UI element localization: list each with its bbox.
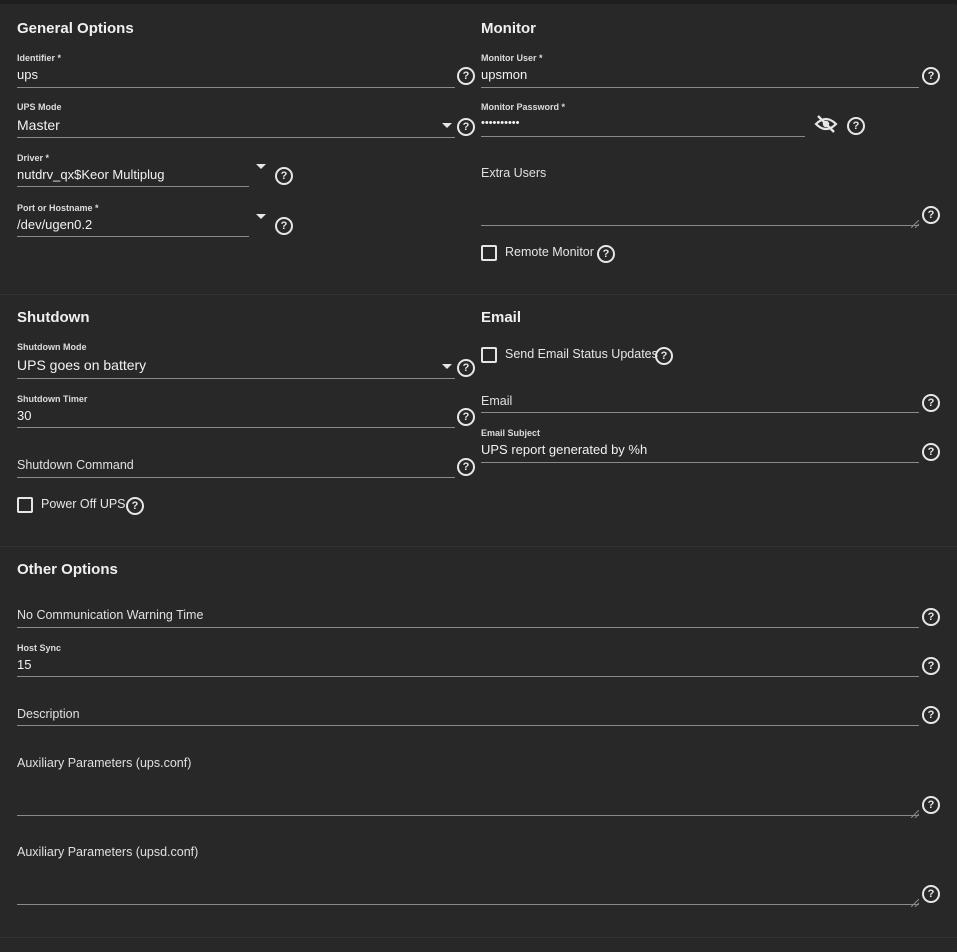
caret-down-icon[interactable] <box>256 164 266 169</box>
help-circle-icon[interactable]: ? <box>655 347 673 365</box>
resize-handle-icon[interactable] <box>910 805 920 819</box>
caret-down-icon[interactable] <box>256 214 266 219</box>
general-options-title: General Options <box>17 20 134 37</box>
monitor-password-underline <box>481 136 805 137</box>
shutdown-mode-underline <box>17 378 455 379</box>
email-subject-input[interactable]: UPS report generated by %h <box>481 442 919 462</box>
host-sync-input[interactable]: 15 <box>17 657 919 677</box>
section-divider <box>0 546 957 547</box>
monitor-title: Monitor <box>481 20 536 37</box>
shutdown-mode-select[interactable]: UPS goes on battery <box>17 357 455 377</box>
identifier-underline <box>17 87 455 88</box>
email-subject-label: Email Subject <box>481 428 541 438</box>
help-circle-icon[interactable]: ? <box>922 796 940 814</box>
port-underline <box>17 236 249 237</box>
description-underline <box>17 725 919 726</box>
resize-handle-icon[interactable] <box>910 215 920 229</box>
shutdown-mode-label: Shutdown Mode <box>17 342 87 352</box>
description-input[interactable]: Description <box>17 707 80 721</box>
no-comm-warning-underline <box>17 627 919 628</box>
remote-monitor-label: Remote Monitor <box>505 245 594 259</box>
extra-users-label: Extra Users <box>481 166 547 180</box>
send-email-label: Send Email Status Updates <box>505 347 658 361</box>
other-options-title: Other Options <box>17 561 118 578</box>
ups-mode-underline <box>17 137 455 138</box>
shutdown-timer-input[interactable]: 30 <box>17 408 455 428</box>
help-circle-icon[interactable]: ? <box>922 67 940 85</box>
caret-down-icon[interactable] <box>442 123 452 128</box>
aux-upsd-conf-label: Auxiliary Parameters (upsd.conf) <box>17 845 199 859</box>
eye-off-icon[interactable] <box>814 114 838 134</box>
driver-select[interactable]: nutdrv_qx$Keor Multiplug <box>17 167 249 187</box>
help-circle-icon[interactable]: ? <box>922 657 940 675</box>
help-circle-icon[interactable]: ? <box>457 359 475 377</box>
port-select[interactable]: /dev/ugen0.2 <box>17 217 249 237</box>
help-circle-icon[interactable]: ? <box>922 706 940 724</box>
shutdown-timer-label: Shutdown Timer <box>17 394 88 404</box>
power-off-ups-label: Power Off UPS <box>41 497 126 511</box>
monitor-password-input[interactable]: •••••••••• <box>481 117 805 137</box>
port-label: Port or Hostname * <box>17 203 99 213</box>
help-circle-icon[interactable]: ? <box>922 443 940 461</box>
help-circle-icon[interactable]: ? <box>847 117 865 135</box>
monitor-password-label: Monitor Password * <box>481 102 566 112</box>
help-circle-icon[interactable]: ? <box>922 206 940 224</box>
host-sync-label: Host Sync <box>17 643 62 653</box>
no-comm-warning-input[interactable]: No Communication Warning Time <box>17 608 203 622</box>
shutdown-command-input[interactable]: Shutdown Command <box>17 458 134 472</box>
identifier-input[interactable]: ups <box>17 67 455 87</box>
extra-users-underline <box>481 225 919 226</box>
shutdown-timer-underline <box>17 427 455 428</box>
help-circle-icon[interactable]: ? <box>126 497 144 515</box>
section-divider <box>0 294 957 295</box>
monitor-user-label: Monitor User * <box>481 53 543 63</box>
aux-ups-conf-label: Auxiliary Parameters (ups.conf) <box>17 756 192 770</box>
section-divider <box>0 937 957 938</box>
email-subject-underline <box>481 462 919 463</box>
help-circle-icon[interactable]: ? <box>457 118 475 136</box>
shutdown-command-underline <box>17 477 455 478</box>
ups-mode-label: UPS Mode <box>17 102 62 112</box>
aux-upsd-conf-underline <box>17 904 919 905</box>
resize-handle-icon[interactable] <box>910 894 920 908</box>
help-circle-icon[interactable]: ? <box>922 608 940 626</box>
driver-label: Driver * <box>17 153 50 163</box>
help-circle-icon[interactable]: ? <box>457 458 475 476</box>
help-circle-icon[interactable]: ? <box>922 885 940 903</box>
identifier-label: Identifier * <box>17 53 62 63</box>
extra-users-textarea[interactable] <box>481 186 919 224</box>
host-sync-underline <box>17 676 919 677</box>
shutdown-title: Shutdown <box>17 309 90 326</box>
help-circle-icon[interactable]: ? <box>275 217 293 235</box>
email-underline <box>481 412 919 413</box>
email-input[interactable]: Email <box>481 394 512 408</box>
email-title: Email <box>481 309 522 326</box>
driver-underline <box>17 186 249 187</box>
power-off-ups-checkbox[interactable] <box>17 497 33 513</box>
aux-ups-conf-underline <box>17 815 919 816</box>
caret-down-icon[interactable] <box>442 364 452 369</box>
aux-upsd-conf-textarea[interactable] <box>17 865 919 903</box>
help-circle-icon[interactable]: ? <box>457 408 475 426</box>
monitor-user-input[interactable]: upsmon <box>481 67 919 87</box>
help-circle-icon[interactable]: ? <box>597 245 615 263</box>
aux-ups-conf-textarea[interactable] <box>17 776 919 814</box>
help-circle-icon[interactable]: ? <box>922 394 940 412</box>
monitor-user-underline <box>481 87 919 88</box>
remote-monitor-checkbox[interactable] <box>481 245 497 261</box>
send-email-checkbox[interactable] <box>481 347 497 363</box>
help-circle-icon[interactable]: ? <box>457 67 475 85</box>
ups-mode-select[interactable]: Master <box>17 117 455 137</box>
help-circle-icon[interactable]: ? <box>275 167 293 185</box>
